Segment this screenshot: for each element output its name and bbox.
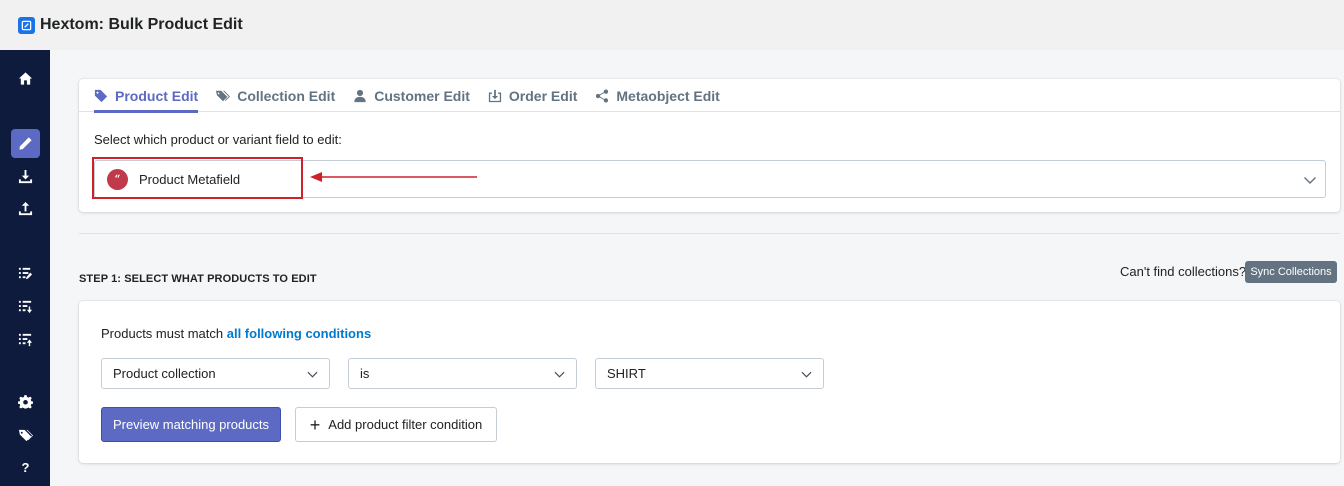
cant-find-text: Can't find collections? [1120, 264, 1247, 279]
add-filter-label: Add product filter condition [328, 417, 483, 432]
list-upload-icon[interactable] [11, 325, 40, 354]
condition-field-select[interactable]: Product collection [101, 358, 330, 389]
download-icon[interactable] [11, 162, 40, 191]
share-icon [596, 88, 609, 103]
condition-operator-select[interactable]: is [348, 358, 577, 389]
chevron-down-icon [307, 371, 318, 378]
field-select-card: Product Edit Collection Edit Customer Ed… [79, 79, 1340, 212]
tab-label: Metaobject Edit [616, 87, 720, 104]
sync-collections-button[interactable]: Sync Collections [1245, 261, 1337, 283]
tab-metaobject-edit[interactable]: Metaobject Edit [595, 79, 727, 112]
condition-value-select[interactable]: SHIRT [595, 358, 824, 389]
conditions-card: Products must match all following condit… [79, 301, 1340, 463]
tab-label: Order Edit [508, 87, 578, 104]
download-box-icon [488, 89, 502, 102]
app-logo-icon [18, 16, 35, 34]
tag-icon [94, 89, 108, 102]
tab-order-edit[interactable]: Order Edit [488, 79, 585, 112]
tags-icon[interactable] [11, 421, 40, 450]
help-icon[interactable]: ? [11, 453, 40, 482]
field-select-label: Select which product or variant field to… [94, 132, 342, 147]
tags-icon [216, 90, 231, 101]
tab-product-edit[interactable]: Product Edit [94, 79, 206, 113]
gear-icon[interactable] [11, 388, 40, 417]
match-prefix: Products must match [101, 326, 224, 341]
edit-tabs: Product Edit Collection Edit Customer Ed… [79, 79, 1340, 113]
highlight-annotation [92, 157, 303, 199]
match-rule-text: Products must match all following condit… [101, 326, 371, 341]
chevron-down-icon [554, 371, 565, 378]
sidebar: ? [0, 50, 50, 486]
list-edit-icon[interactable] [11, 259, 40, 288]
list-download-icon[interactable] [11, 292, 40, 321]
match-mode-link[interactable]: all following conditions [227, 326, 371, 341]
tab-label: Collection Edit [237, 87, 336, 104]
condition-value-value: SHIRT [607, 366, 646, 381]
home-icon[interactable] [11, 64, 40, 93]
tab-customer-edit[interactable]: Customer Edit [353, 79, 478, 112]
tab-collection-edit[interactable]: Collection Edit [216, 79, 343, 112]
app-title: Hextom: Bulk Product Edit [40, 16, 243, 33]
app-header: Hextom: Bulk Product Edit [0, 0, 1344, 50]
chevron-down-icon [801, 371, 812, 378]
tab-label: Product Edit [115, 87, 199, 104]
step1-title: STEP 1: SELECT WHAT PRODUCTS TO EDIT [79, 273, 317, 285]
arrow-annotation [310, 172, 477, 182]
section-divider [79, 233, 1340, 234]
tab-label: Customer Edit [374, 87, 470, 104]
add-filter-condition-button[interactable]: + Add product filter condition [295, 407, 497, 442]
condition-operator-value: is [360, 366, 370, 381]
preview-matching-products-button[interactable]: Preview matching products [101, 407, 281, 442]
condition-field-value: Product collection [113, 366, 216, 381]
plus-icon: + [309, 414, 321, 435]
pencil-icon[interactable] [11, 129, 40, 158]
user-icon [354, 89, 366, 102]
main-content: Product Edit Collection Edit Customer Ed… [50, 50, 1344, 486]
upload-icon[interactable] [11, 194, 40, 223]
chevron-down-icon [1304, 177, 1316, 184]
